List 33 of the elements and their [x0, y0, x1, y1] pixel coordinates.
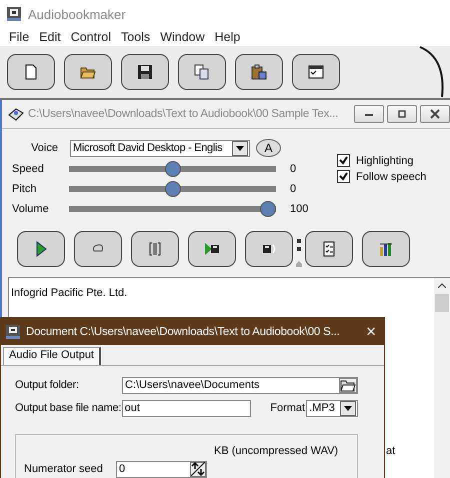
menu-item[interactable]: Help	[210, 30, 246, 44]
voice-button[interactable]: A	[256, 139, 281, 157]
slider-label: Pitch	[11, 183, 38, 195]
field-label: Output base file name:	[15, 402, 122, 414]
menu-item[interactable]: Control	[66, 30, 116, 44]
window-title: C:\Users\navee\Downloads\Text to Audiobook\00 Sample Tex...	[28, 108, 340, 120]
tab[interactable]: Audio File Output	[3, 347, 101, 365]
slider-value: 0	[290, 163, 298, 175]
voice-dropdown[interactable]: Microsoft David Desktop - Englis	[70, 140, 250, 156]
output-folder-field[interactable]: C:\Users\navee\Documents	[122, 376, 358, 394]
slider-label: Speed	[11, 163, 45, 175]
menu-item[interactable]: File	[4, 30, 34, 44]
format-label: Format	[270, 402, 306, 414]
close-button[interactable]: ×	[362, 322, 384, 342]
field-label: Numerator seed	[24, 463, 104, 475]
text-line: at	[386, 445, 396, 457]
text-line: Infogrid Pacific Pte. Ltd.	[11, 287, 128, 299]
field-label: Output folder:	[15, 379, 80, 391]
format-dropdown[interactable]: .MP3	[306, 400, 358, 416]
app-title: Audiobookmaker	[28, 6, 126, 22]
slider-label: Volume	[11, 203, 50, 215]
voice-label: Voice	[30, 142, 59, 154]
menu-item[interactable]: Edit	[34, 30, 66, 44]
slider-value: 100	[290, 203, 310, 215]
checkbox-label: Follow speech	[356, 170, 426, 182]
numerator-seed-field[interactable]: 0	[116, 460, 207, 478]
base-name-field[interactable]: out	[122, 400, 252, 416]
slider-value: 0	[290, 183, 298, 195]
dialog-title: Document C:\Users\navee\Downloads\Text to Audiobook\00 S...	[26, 326, 341, 338]
menu-item[interactable]: Tools	[116, 30, 156, 44]
checkbox-label: Highlighting	[356, 154, 414, 166]
menu-item[interactable]: Window	[155, 30, 210, 44]
size-note: KB (uncompressed WAV)	[213, 444, 340, 458]
